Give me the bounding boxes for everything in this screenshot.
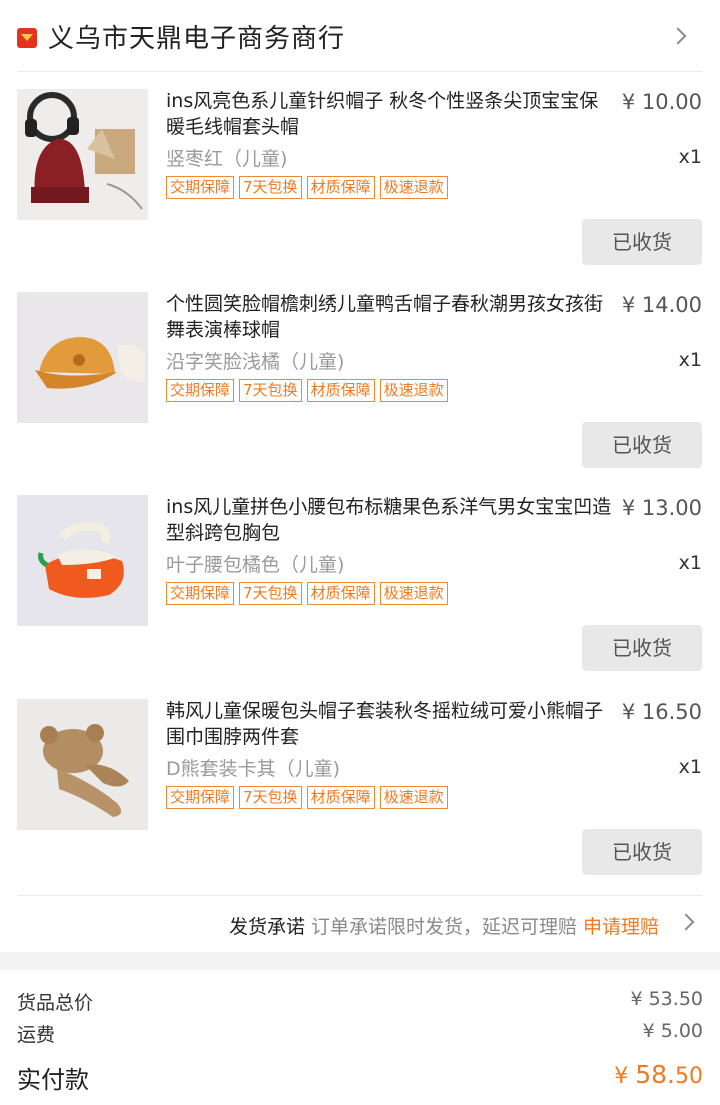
amount-decimal: 50 (675, 1064, 703, 1089)
promise-description: 订单承诺限时发货，延迟可理赔 (310, 916, 577, 938)
product-image[interactable] (17, 292, 148, 423)
claim-link[interactable]: 申请理赔 (583, 916, 659, 938)
service-tags: 交期保障 7天包换 材质保障 极速退款 (166, 176, 448, 199)
shop-header[interactable]: 义乌市天鼎电子商务商行 (0, 0, 720, 72)
product-price: ¥ 16.50 (621, 700, 702, 724)
product-variant: 沿字笑脸浅橘（儿童) (166, 351, 345, 373)
tag-delivery: 交期保障 (166, 176, 235, 199)
amount-paid-label: 实付款 (17, 1066, 89, 1094)
goods-total-value: ¥ 53.50 (630, 988, 703, 1010)
product-variant: 叶子腰包橘色（儿童) (166, 554, 345, 576)
shipping-promise-row[interactable]: 发货承诺 订单承诺限时发货，延迟可理赔 申请理赔 (0, 896, 720, 952)
product-price: ¥ 13.00 (621, 496, 702, 520)
product-quantity: x1 (678, 756, 702, 778)
order-item[interactable]: ins风儿童拼色小腰包布标糖果色系洋气男女宝宝凹造型斜跨包胸包 ¥ 13.00 … (0, 478, 720, 681)
tag-exchange: 7天包换 (239, 379, 302, 402)
service-tags: 交期保障 7天包换 材质保障 极速退款 (166, 379, 448, 402)
order-item[interactable]: 韩风儿童保暖包头帽子套装秋冬摇粒绒可爱小熊帽子围巾围脖两件套 ¥ 16.50 D… (0, 682, 720, 885)
currency-symbol: ¥ (614, 1064, 636, 1089)
product-title[interactable]: ins风儿童拼色小腰包布标糖果色系洋气男女宝宝凹造型斜跨包胸包 (166, 494, 614, 546)
amount-paid-value: ¥ 58.50 (614, 1060, 703, 1089)
chevron-right-icon[interactable] (669, 27, 687, 45)
product-variant: D熊套装卡其（儿童) (166, 758, 341, 780)
amount-paid-row: 实付款 ¥ 58.50 (17, 1060, 703, 1096)
tag-delivery: 交期保障 (166, 379, 235, 402)
goods-total-row: 货品总价 ¥ 53.50 (17, 988, 703, 1016)
amount-integer: 58. (635, 1060, 675, 1089)
received-button[interactable]: 已收货 (582, 625, 702, 671)
product-image[interactable] (17, 89, 148, 220)
product-title[interactable]: 韩风儿童保暖包头帽子套装秋冬摇粒绒可爱小熊帽子围巾围脖两件套 (166, 698, 614, 750)
product-quantity: x1 (678, 552, 702, 574)
tag-refund: 极速退款 (379, 582, 448, 605)
product-quantity: x1 (678, 349, 702, 371)
service-tags: 交期保障 7天包换 材质保障 极速退款 (166, 786, 448, 809)
tag-material: 材质保障 (306, 786, 375, 809)
shipping-fee-value: ¥ 5.00 (642, 1020, 703, 1042)
section-separator (0, 952, 720, 970)
tag-exchange: 7天包换 (239, 582, 302, 605)
order-item[interactable]: 个性圆笑脸帽檐刺绣儿童鸭舌帽子春秋潮男孩女孩街舞表演棒球帽 ¥ 14.00 沿字… (0, 275, 720, 478)
tag-exchange: 7天包换 (239, 786, 302, 809)
tag-material: 材质保障 (306, 379, 375, 402)
promise-title: 发货承诺 (228, 916, 305, 938)
tag-material: 材质保障 (306, 176, 375, 199)
tag-refund: 极速退款 (379, 786, 448, 809)
tag-exchange: 7天包换 (239, 176, 302, 199)
goods-total-label: 货品总价 (17, 992, 94, 1014)
tag-material: 材质保障 (306, 582, 375, 605)
tag-refund: 极速退款 (379, 379, 448, 402)
shop-icon (17, 28, 37, 48)
product-title[interactable]: ins风亮色系儿童针织帽子 秋冬个性竖条尖顶宝宝保暖毛线帽套头帽 (166, 88, 614, 140)
tag-delivery: 交期保障 (166, 786, 235, 809)
product-image[interactable] (17, 699, 148, 830)
product-price: ¥ 14.00 (621, 293, 702, 317)
shipping-fee-label: 运费 (17, 1024, 56, 1046)
product-price: ¥ 10.00 (621, 90, 702, 114)
tag-delivery: 交期保障 (166, 582, 235, 605)
received-button[interactable]: 已收货 (582, 422, 702, 468)
received-button[interactable]: 已收货 (582, 219, 702, 265)
service-tags: 交期保障 7天包换 材质保障 极速退款 (166, 582, 448, 605)
tag-refund: 极速退款 (379, 176, 448, 199)
order-item[interactable]: ins风亮色系儿童针织帽子 秋冬个性竖条尖顶宝宝保暖毛线帽套头帽 ¥ 10.00… (0, 72, 720, 275)
shipping-promise-text: 发货承诺 订单承诺限时发货，延迟可理赔 申请理赔 (229, 912, 659, 939)
product-quantity: x1 (678, 146, 702, 168)
product-variant: 竖枣红（儿童) (166, 148, 288, 170)
shipping-fee-row: 运费 ¥ 5.00 (17, 1020, 703, 1048)
received-button[interactable]: 已收货 (582, 829, 702, 875)
product-image[interactable] (17, 495, 148, 626)
shop-name[interactable]: 义乌市天鼎电子商务商行 (48, 18, 345, 55)
product-title[interactable]: 个性圆笑脸帽檐刺绣儿童鸭舌帽子春秋潮男孩女孩街舞表演棒球帽 (166, 291, 614, 343)
